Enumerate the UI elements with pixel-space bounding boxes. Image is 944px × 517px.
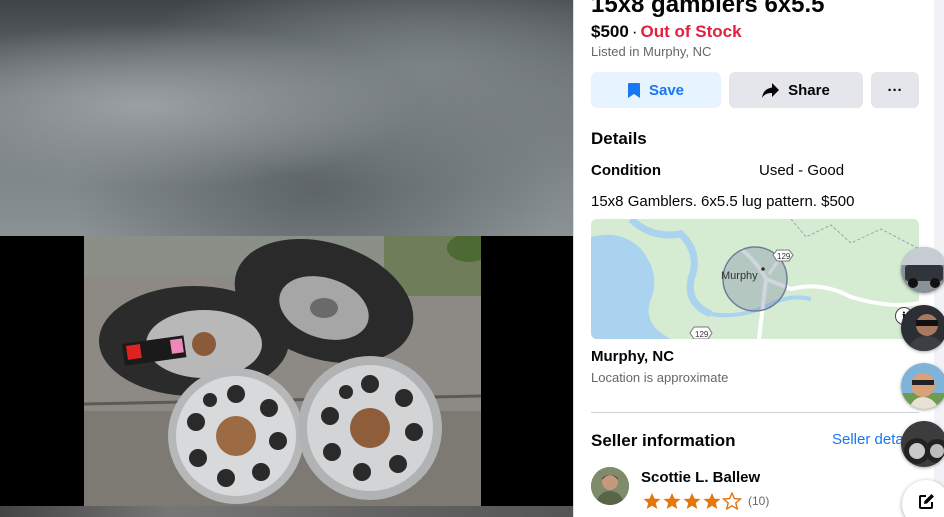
chat-head-wheels[interactable]: [901, 421, 944, 467]
share-button[interactable]: Share: [729, 72, 863, 108]
location-name: Murphy, NC: [591, 348, 675, 365]
more-options-button[interactable]: ···: [871, 72, 919, 108]
condition-value: Used - Good: [759, 162, 845, 179]
seller-information-heading: Seller information: [591, 431, 736, 450]
bookmark-icon: [627, 82, 640, 98]
price-row: $500 · Out of Stock: [591, 21, 742, 43]
blurred-photo-strip: [0, 506, 573, 517]
blurred-photo-background: [0, 0, 573, 236]
listing-price: $500: [591, 22, 629, 41]
location-map[interactable]: Murphy 129 129 i: [591, 219, 919, 339]
seller-name[interactable]: Scottie L. Ballew: [641, 469, 760, 486]
listing-title: 15x8 gamblers 6x5.5: [591, 0, 825, 18]
star-filled-icon: [683, 493, 701, 509]
details-heading: Details: [591, 129, 647, 148]
save-button[interactable]: Save: [591, 72, 721, 108]
chat-head-user-2[interactable]: [901, 305, 944, 351]
stock-status: Out of Stock: [640, 22, 742, 41]
map-route-top: 129: [777, 252, 791, 261]
map-route-bottom: 129: [695, 330, 709, 339]
star-filled-icon: [703, 493, 721, 509]
media-viewer: [0, 0, 573, 517]
share-label: Share: [788, 81, 830, 99]
section-divider: [591, 412, 919, 413]
save-label: Save: [648, 81, 685, 99]
seller-rating: (10): [642, 492, 769, 510]
price-separator: ·: [631, 22, 638, 41]
seller-details-link[interactable]: Seller deta: [832, 431, 904, 448]
star-empty-icon: [722, 492, 742, 510]
chat-head-truck[interactable]: [901, 247, 944, 293]
star-filled-icon: [643, 493, 661, 509]
map-city-label: Murphy: [721, 270, 758, 282]
star-filled-icon: [663, 493, 681, 509]
listing-details-panel: 15x8 gamblers 6x5.5 $500 · Out of Stock Li…: [573, 0, 934, 517]
more-dots-icon: ···: [887, 81, 903, 99]
chat-head-user-3[interactable]: [901, 363, 944, 409]
rating-count: (10): [748, 494, 770, 508]
share-arrow-icon: [762, 82, 780, 98]
condition-label: Condition: [591, 162, 661, 179]
listing-description: 15x8 Gamblers. 6x5.5 lug pattern. $500: [591, 193, 855, 210]
compose-icon: [916, 492, 936, 517]
seller-avatar[interactable]: [591, 467, 629, 505]
listed-location: Listed in Murphy, NC: [591, 44, 712, 59]
location-approximate-note: Location is approximate: [591, 370, 729, 385]
listing-photo[interactable]: [84, 236, 481, 506]
